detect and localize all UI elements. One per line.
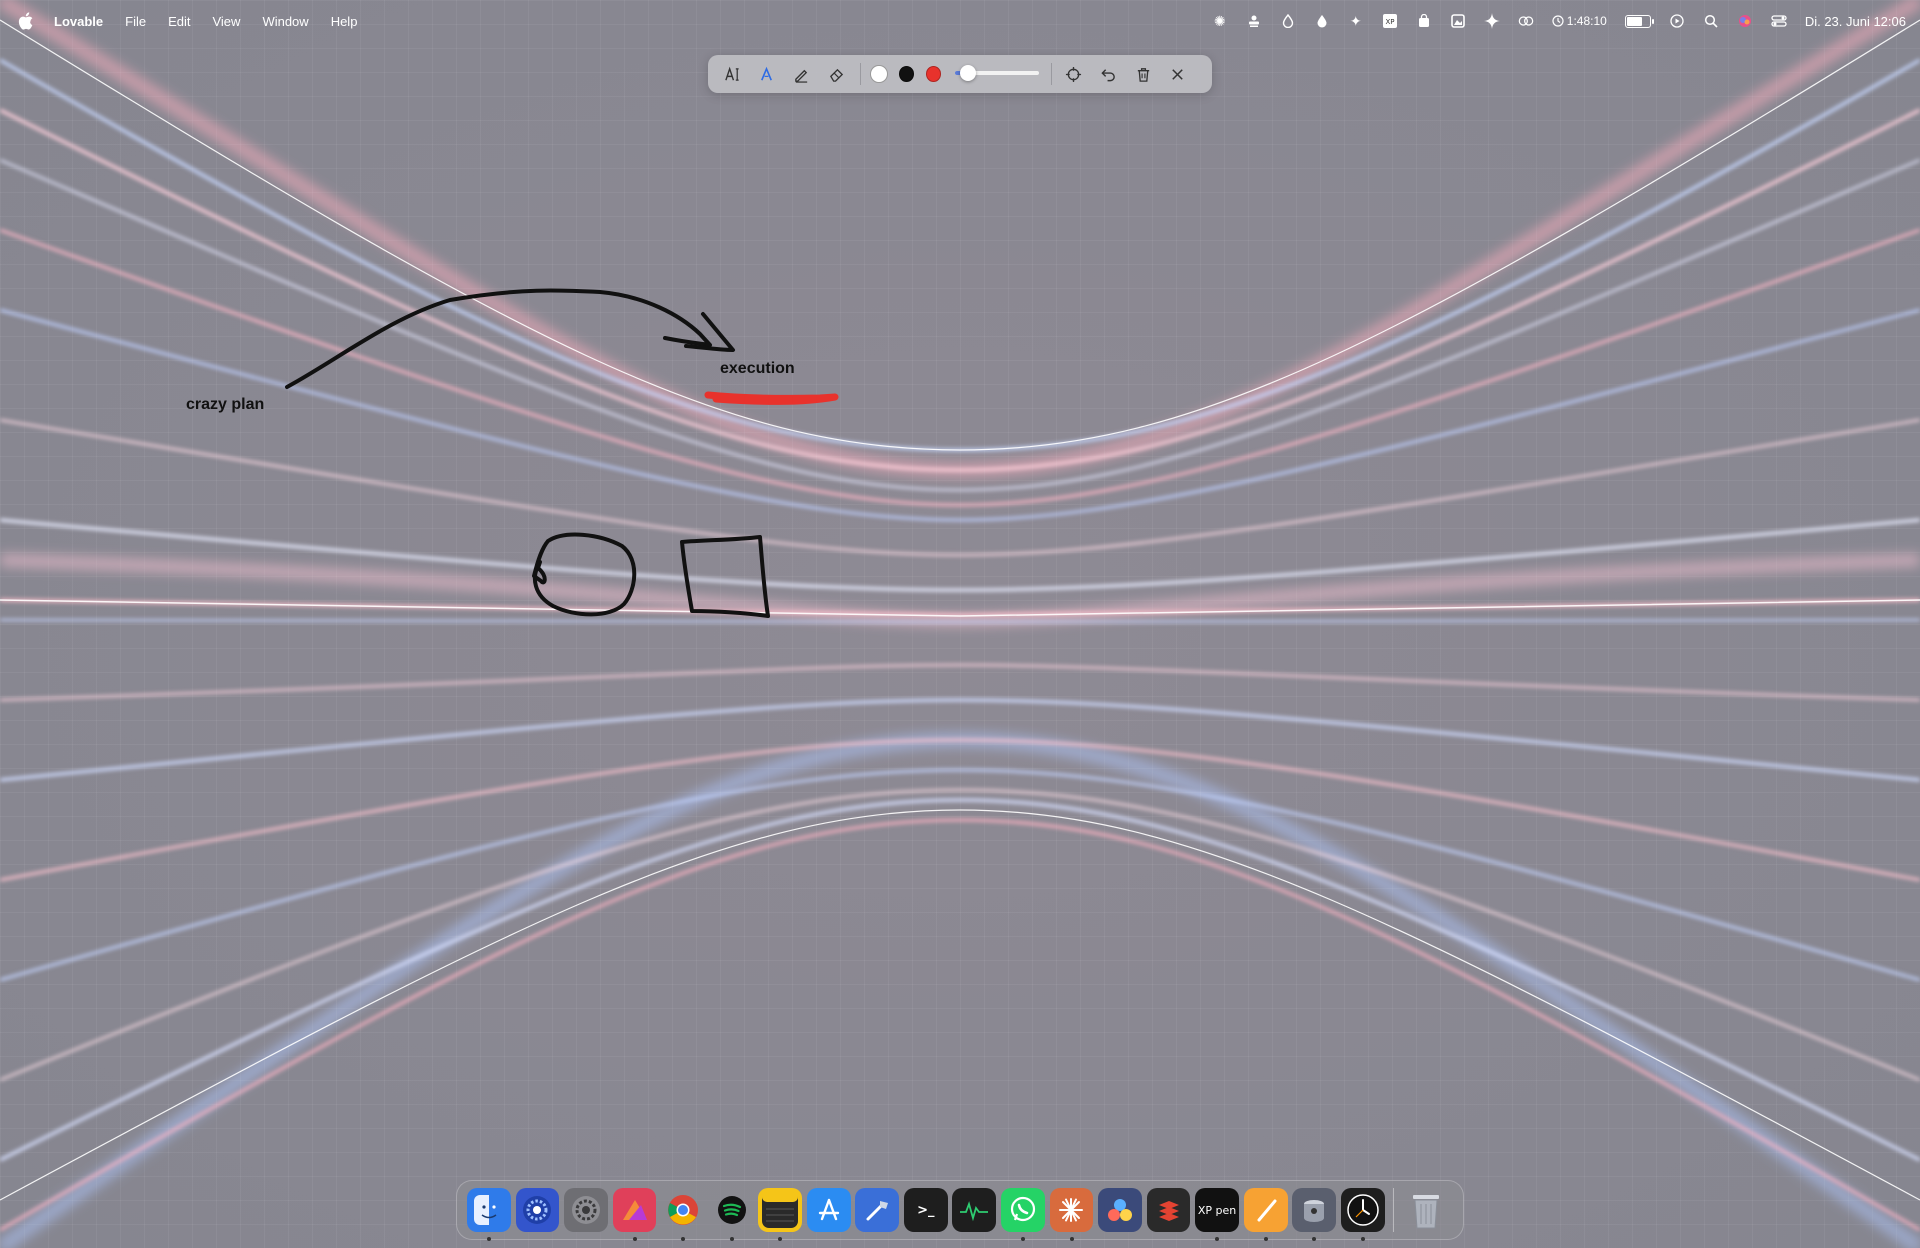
pages-icon xyxy=(1251,1195,1281,1225)
chrome-icon xyxy=(667,1194,699,1226)
circle-shape-stroke xyxy=(532,532,637,617)
clock-icon xyxy=(1346,1193,1380,1227)
dock-app-disk-utility[interactable] xyxy=(1292,1188,1337,1241)
dock-app-finder[interactable] xyxy=(467,1188,511,1241)
lovable-settings-icon xyxy=(521,1194,553,1226)
finder-icon xyxy=(473,1195,504,1225)
dock-app-pages[interactable] xyxy=(1243,1188,1288,1241)
running-indicator xyxy=(1263,1237,1268,1241)
affinity-icon xyxy=(620,1195,650,1225)
dock-app-terminal[interactable]: >_ xyxy=(903,1188,948,1232)
running-indicator xyxy=(1021,1237,1026,1241)
dock: >_ XP pen xyxy=(456,1180,1464,1241)
dock-trash[interactable] xyxy=(1404,1188,1448,1232)
dock-app-spotify[interactable] xyxy=(710,1188,754,1241)
dock-app-chrome[interactable] xyxy=(661,1188,705,1241)
activity-monitor-icon xyxy=(958,1198,990,1222)
dock-app-davinci-resolve[interactable] xyxy=(1098,1188,1142,1232)
running-indicator xyxy=(487,1237,491,1241)
arrow-curve-stroke xyxy=(285,288,712,389)
dock-app-clock[interactable] xyxy=(1340,1188,1385,1241)
disk-utility-icon xyxy=(1299,1195,1329,1225)
underline-stroke xyxy=(704,391,839,405)
dock-app-todoist[interactable] xyxy=(1146,1188,1191,1232)
dock-app-whatsapp[interactable] xyxy=(1001,1188,1045,1241)
dock-app-xp-pen[interactable]: XP pen xyxy=(1195,1188,1239,1241)
terminal-icon: >_ xyxy=(917,1202,935,1218)
spotify-icon xyxy=(717,1195,747,1225)
running-indicator xyxy=(729,1237,734,1241)
dock-app-lovable-settings[interactable] xyxy=(515,1188,560,1232)
dock-app-system-settings[interactable] xyxy=(564,1188,608,1232)
running-indicator xyxy=(1360,1237,1365,1241)
dock-separator xyxy=(1393,1188,1395,1232)
dock-app-notes[interactable] xyxy=(758,1188,803,1241)
xcode-icon xyxy=(862,1195,892,1225)
dock-app-claude[interactable] xyxy=(1049,1188,1094,1241)
todoist-icon xyxy=(1154,1195,1184,1225)
notes-icon xyxy=(762,1192,799,1228)
app-store-icon xyxy=(814,1195,844,1225)
dock-app-affinity[interactable] xyxy=(612,1188,657,1241)
square-shape-stroke xyxy=(680,535,770,618)
system-settings-icon xyxy=(570,1194,602,1226)
annotation-canvas[interactable] xyxy=(0,0,1920,1248)
dock-app-activity-monitor[interactable] xyxy=(952,1188,997,1232)
canvas-label-crazy-plan[interactable]: crazy plan xyxy=(186,396,264,414)
running-indicator xyxy=(632,1237,637,1241)
whatsapp-icon xyxy=(1008,1195,1038,1225)
running-indicator xyxy=(1069,1237,1074,1241)
claude-icon xyxy=(1056,1195,1086,1225)
canvas-label-execution[interactable]: execution xyxy=(720,360,795,378)
xp-pen-icon: XP pen xyxy=(1197,1203,1237,1217)
dock-app-app-store[interactable] xyxy=(806,1188,851,1232)
dock-app-xcode[interactable] xyxy=(855,1188,900,1232)
davinci-resolve-icon xyxy=(1105,1195,1135,1225)
trash-icon xyxy=(1413,1195,1440,1229)
